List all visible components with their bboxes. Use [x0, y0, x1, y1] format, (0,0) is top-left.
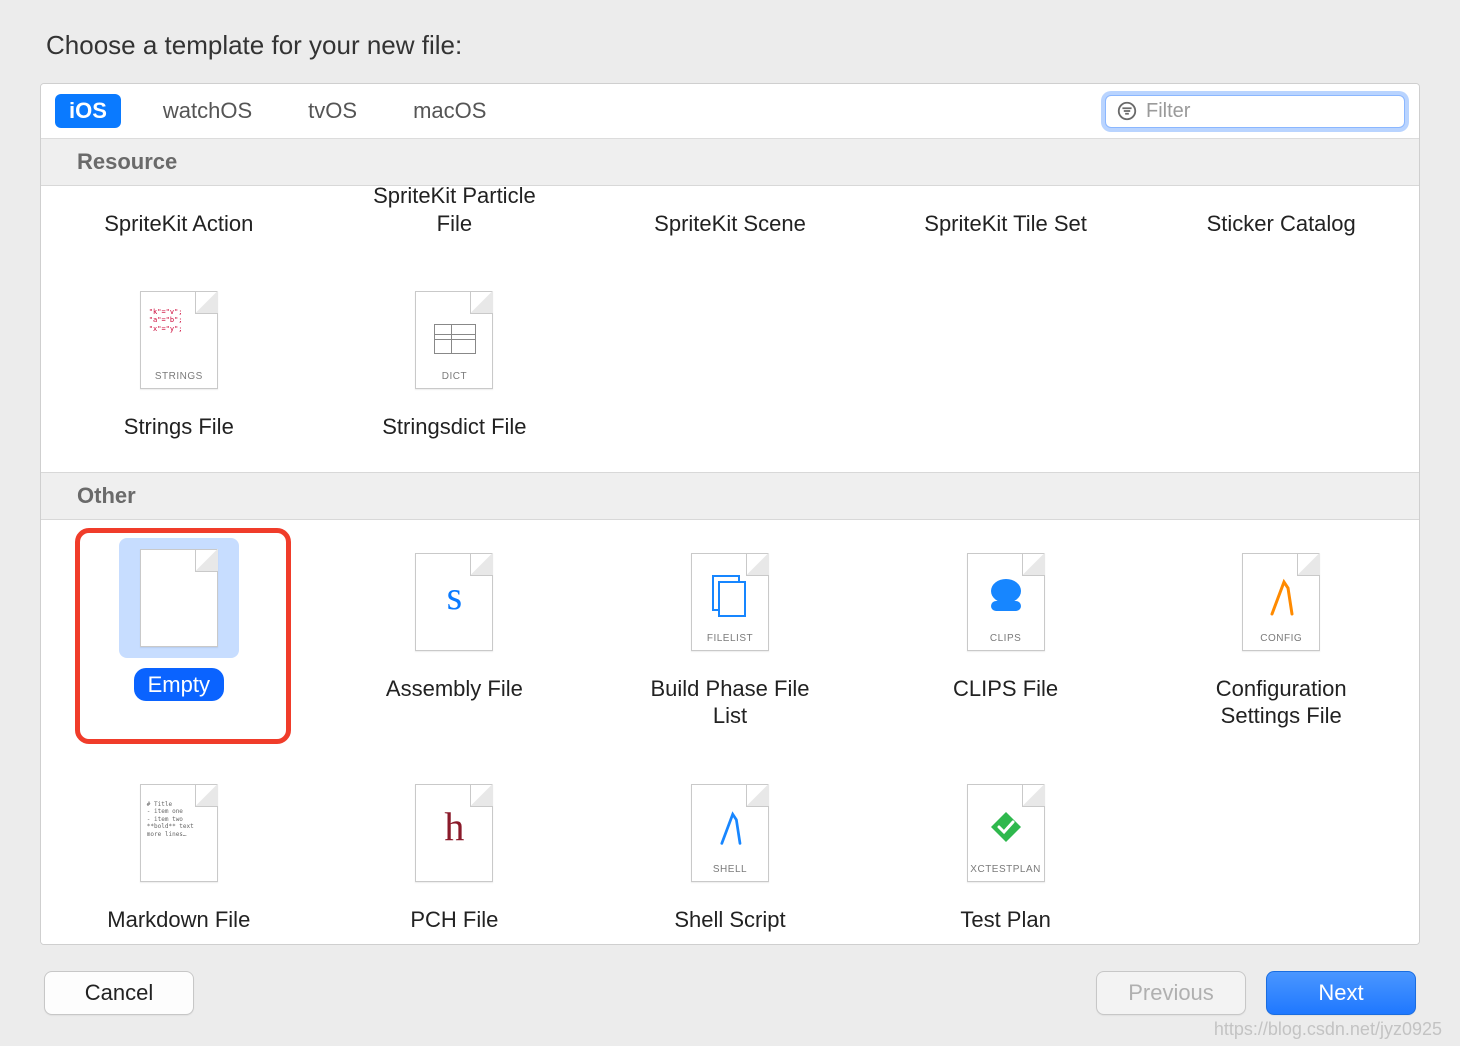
next-button[interactable]: Next: [1266, 971, 1416, 1015]
platform-tabs: iOS watchOS tvOS macOS: [41, 84, 1419, 139]
resource-grid: SpriteKit Action SpriteKit Particle File…: [41, 186, 1419, 472]
file-icon: FILELIST: [691, 553, 769, 651]
highlight-annotation: [75, 528, 291, 744]
template-label: Markdown File: [93, 903, 264, 937]
file-badge: SHELL: [713, 864, 747, 875]
section-header-resource: Resource: [41, 139, 1419, 186]
template-stringsdict-file[interactable]: DICT Stringsdict File: [317, 272, 593, 444]
file-icon: "k"="v"; "a"="b"; "x"="y"; STRINGS: [140, 291, 218, 389]
template-assembly-file[interactable]: s Assembly File: [317, 534, 593, 733]
filter-input[interactable]: [1146, 100, 1394, 123]
template-strings-file[interactable]: "k"="v"; "a"="b"; "x"="y"; STRINGS Strin…: [41, 272, 317, 444]
file-badge: CLIPS: [990, 633, 1021, 644]
filter-field[interactable]: [1105, 95, 1405, 128]
other-grid: Empty s Assembly File: [41, 520, 1419, 945]
watermark: https://blog.csdn.net/jyz0925: [1214, 1019, 1442, 1040]
tab-macos[interactable]: macOS: [399, 94, 500, 128]
tab-tvos[interactable]: tvOS: [294, 94, 371, 128]
template-label: SpriteKit Particle File: [344, 186, 564, 240]
template-label: Assembly File: [372, 672, 537, 706]
filter-icon: [1116, 100, 1138, 122]
template-label: SpriteKit Scene: [640, 207, 820, 241]
dialog-footer: Cancel Previous Next: [40, 945, 1420, 1015]
template-spritekit-particle[interactable]: SpriteKit Particle File: [317, 186, 593, 240]
template-label: Build Phase File List: [620, 672, 840, 733]
template-markdown-file[interactable]: # Title - item one - item two **bold** t…: [41, 765, 317, 937]
template-label: CLIPS File: [939, 672, 1072, 706]
file-icon: SHELL: [691, 784, 769, 882]
file-badge: XCTESTPLAN: [970, 864, 1041, 875]
file-icon: s: [415, 553, 493, 651]
file-badge: DICT: [442, 371, 467, 382]
template-panel: iOS watchOS tvOS macOS Resource SpriteKi…: [40, 83, 1420, 945]
template-label: PCH File: [396, 903, 512, 937]
template-clips-file[interactable]: CLIPS CLIPS File: [868, 534, 1144, 733]
template-test-plan[interactable]: XCTESTPLAN Test Plan: [868, 765, 1144, 937]
template-label: Sticker Catalog: [1193, 207, 1370, 241]
file-badge: STRINGS: [155, 371, 203, 382]
file-icon: CLIPS: [967, 553, 1045, 651]
template-label: SpriteKit Action: [90, 207, 267, 241]
template-build-phase-file-list[interactable]: FILELIST Build Phase File List: [592, 534, 868, 733]
tab-ios[interactable]: iOS: [55, 94, 121, 128]
file-icon: XCTESTPLAN: [967, 784, 1045, 882]
template-label: Configuration Settings File: [1171, 672, 1391, 733]
dialog-title: Choose a template for your new file:: [46, 30, 1420, 61]
template-config-settings-file[interactable]: CONFIG Configuration Settings File: [1143, 534, 1419, 733]
template-shell-script[interactable]: SHELL Shell Script: [592, 765, 868, 937]
template-label: Stringsdict File: [368, 410, 540, 444]
template-label: Test Plan: [946, 903, 1065, 937]
file-icon: CONFIG: [1242, 553, 1320, 651]
template-label: SpriteKit Tile Set: [910, 207, 1101, 241]
template-label: Shell Script: [660, 903, 799, 937]
tab-watchos[interactable]: watchOS: [149, 94, 266, 128]
previous-button[interactable]: Previous: [1096, 971, 1246, 1015]
section-header-other: Other: [41, 472, 1419, 520]
file-badge: CONFIG: [1260, 633, 1302, 644]
file-badge: FILELIST: [707, 633, 753, 644]
file-icon: # Title - item one - item two **bold** t…: [140, 784, 218, 882]
template-sticker-catalog[interactable]: Sticker Catalog: [1143, 186, 1419, 240]
template-label: Strings File: [110, 410, 248, 444]
template-pch-file[interactable]: h PCH File: [317, 765, 593, 937]
template-spritekit-scene[interactable]: SpriteKit Scene: [592, 186, 868, 240]
template-spritekit-tileset[interactable]: SpriteKit Tile Set: [868, 186, 1144, 240]
cancel-button[interactable]: Cancel: [44, 971, 194, 1015]
file-icon: h: [415, 784, 493, 882]
template-spritekit-action[interactable]: SpriteKit Action: [41, 186, 317, 240]
file-icon: DICT: [415, 291, 493, 389]
